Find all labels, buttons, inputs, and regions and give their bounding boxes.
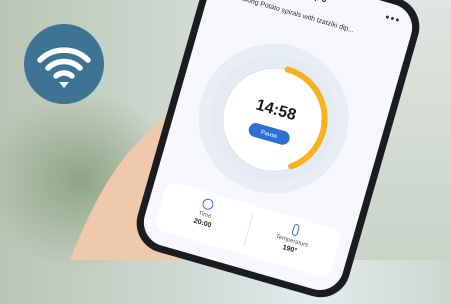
thermometer-icon [290,223,300,237]
clock-icon [201,197,215,212]
time-info: Time 20:00 [158,186,253,239]
recipe-icon [217,0,232,1]
temperature-info: Temperature 190° [245,212,341,266]
timer: 14:58 Pause [180,25,367,212]
